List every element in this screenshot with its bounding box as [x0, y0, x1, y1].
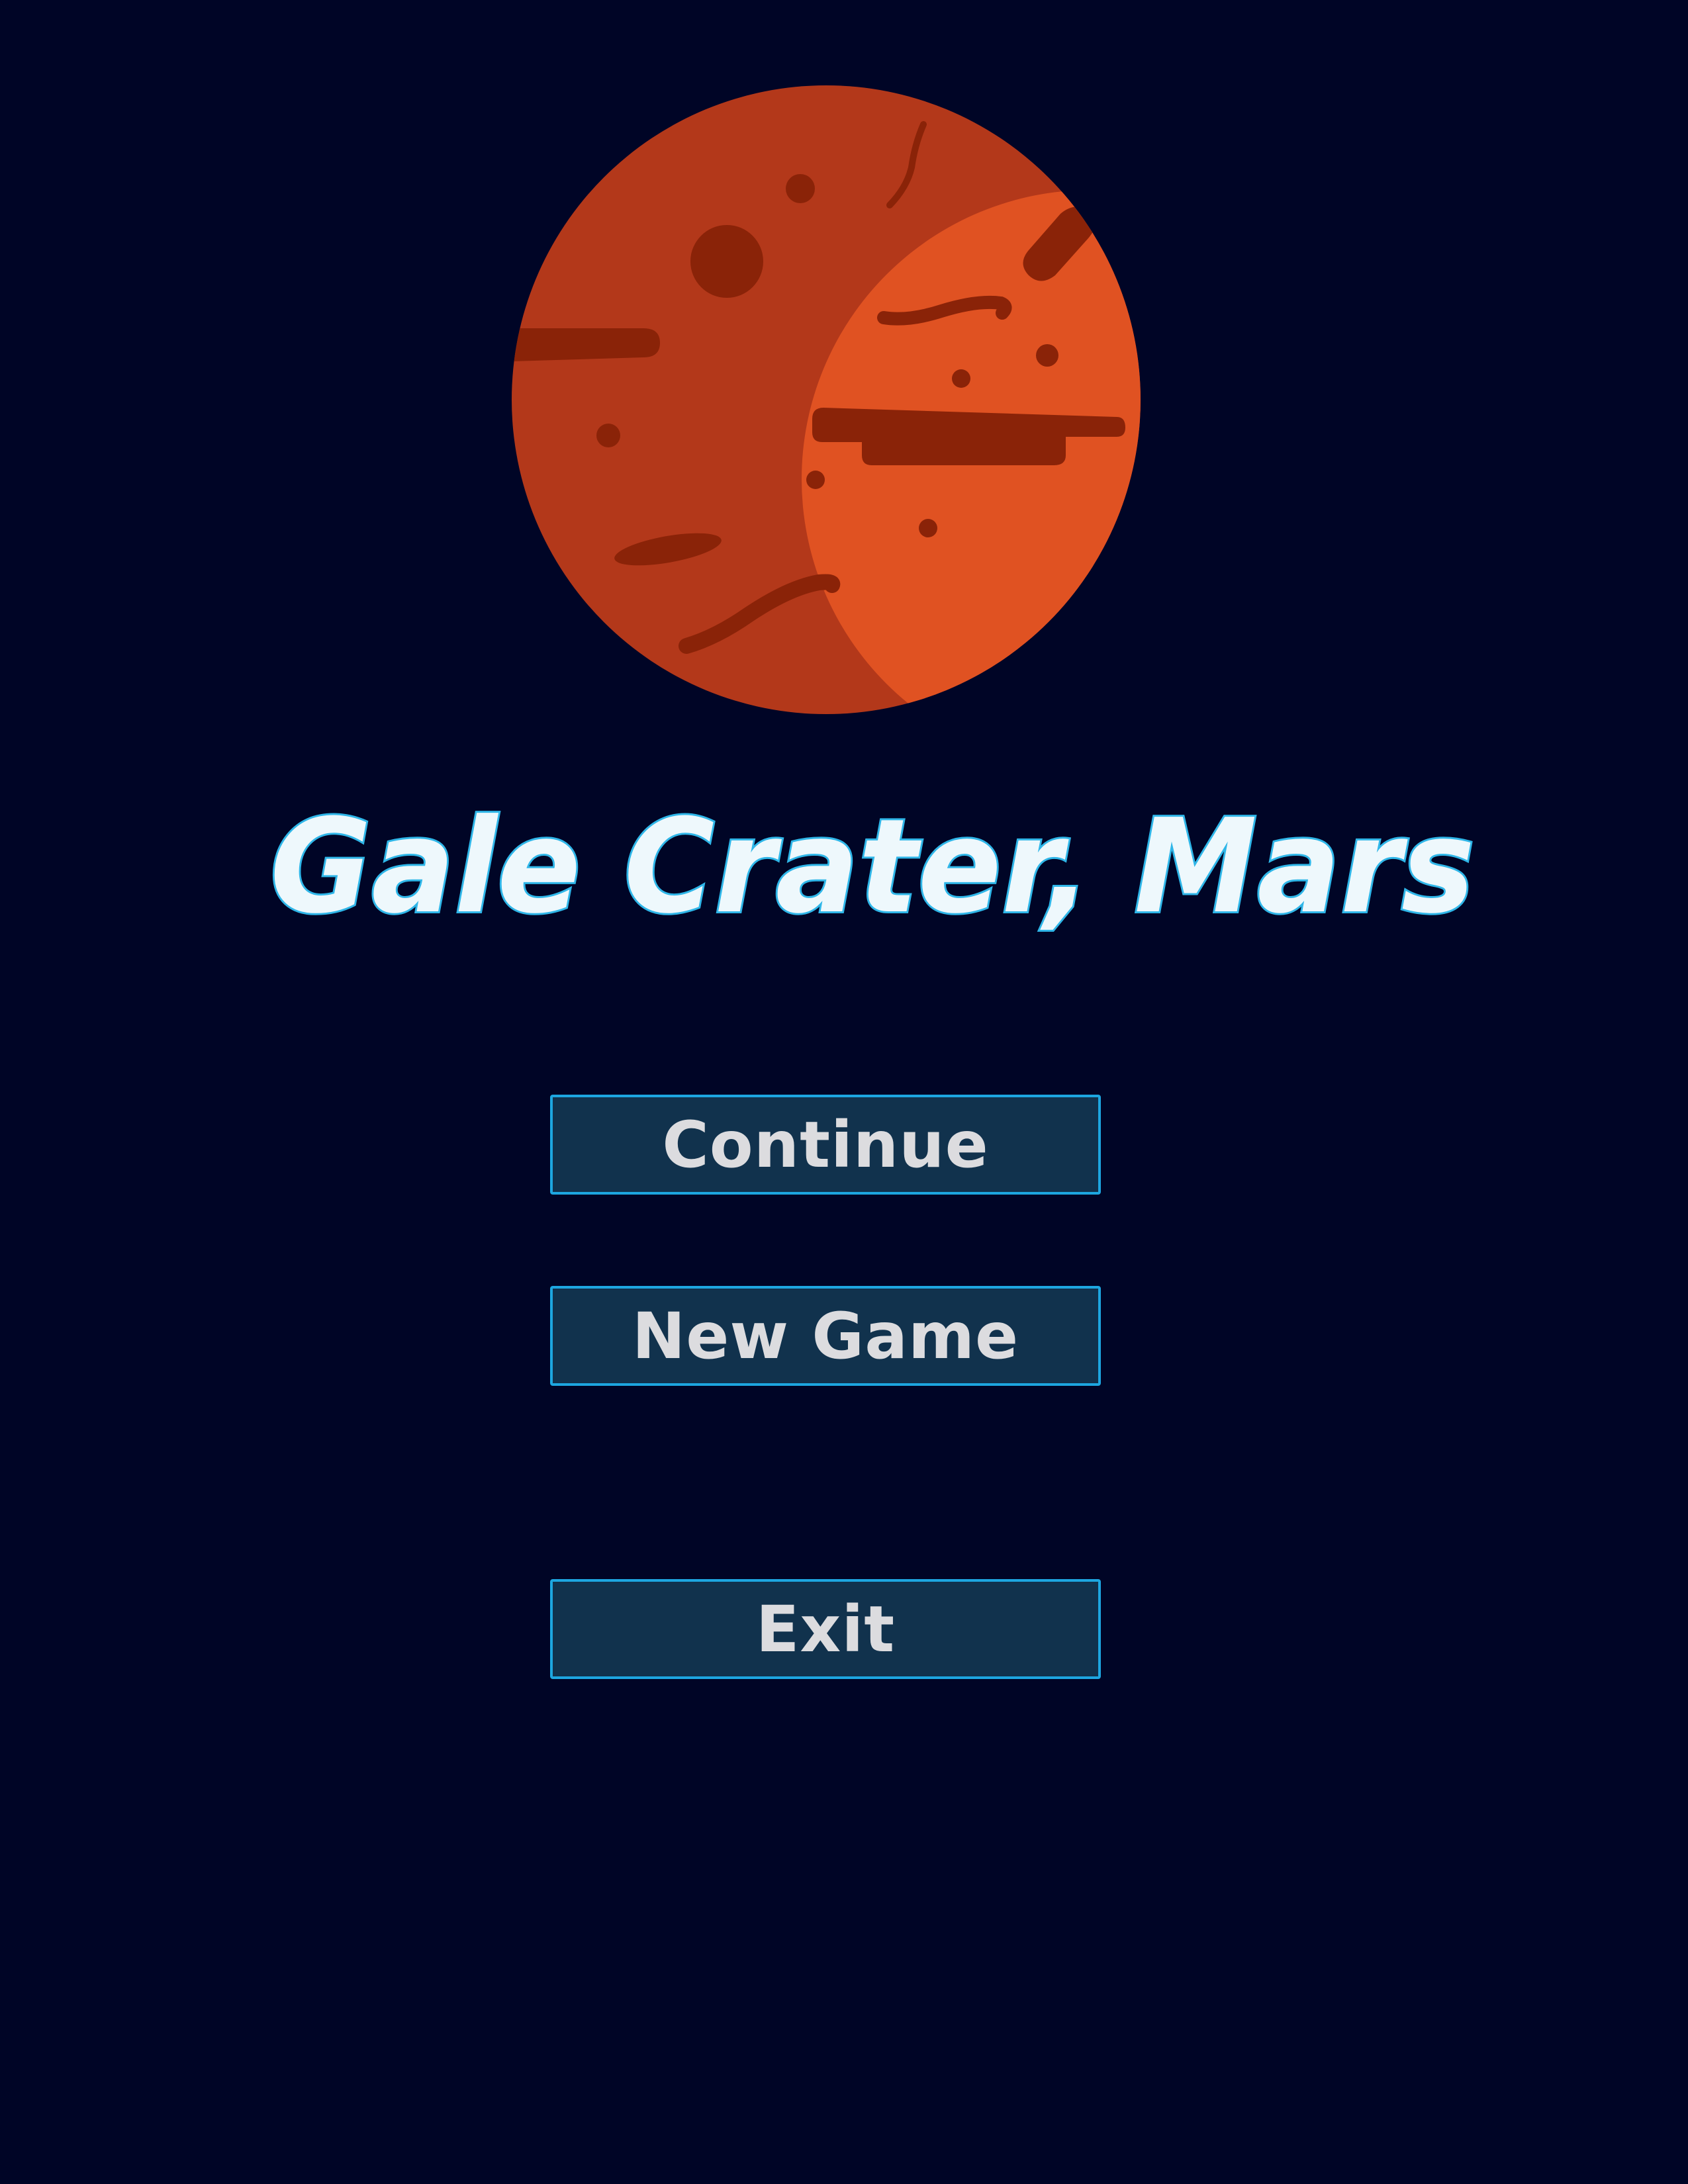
- game-title-text: Gale Crater, Mars: [270, 792, 1475, 942]
- continue-button[interactable]: Continue: [550, 1095, 1101, 1195]
- exit-button[interactable]: Exit: [550, 1579, 1101, 1679]
- mars-planet-image: [512, 85, 1141, 714]
- new-game-button[interactable]: New Game: [550, 1286, 1101, 1386]
- game-title: Gale Crater, Mars: [268, 790, 1477, 944]
